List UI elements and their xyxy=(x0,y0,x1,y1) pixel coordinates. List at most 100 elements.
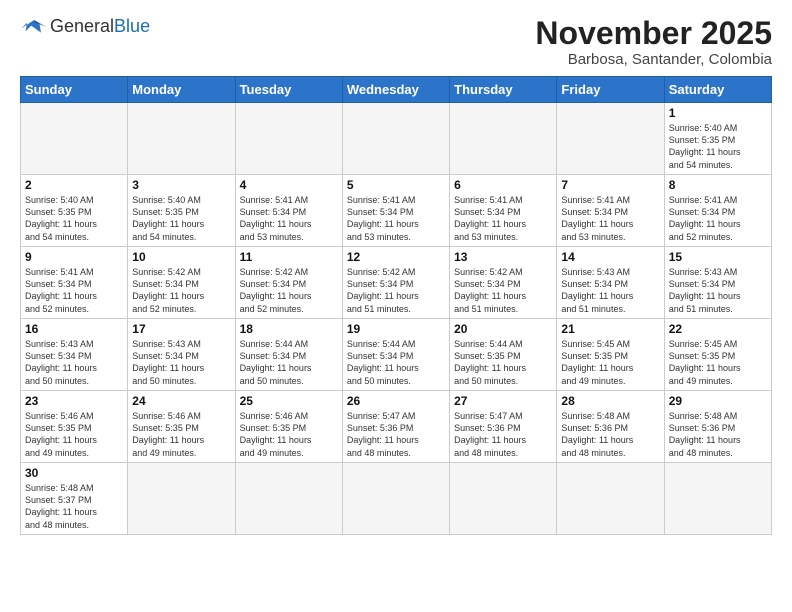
day-number: 5 xyxy=(347,178,445,192)
col-wednesday: Wednesday xyxy=(342,77,449,103)
col-sunday: Sunday xyxy=(21,77,128,103)
day-number: 11 xyxy=(240,250,338,264)
day-info: Sunrise: 5:43 AM Sunset: 5:34 PM Dayligh… xyxy=(669,266,767,315)
logo: GeneralBlue xyxy=(20,16,150,37)
col-tuesday: Tuesday xyxy=(235,77,342,103)
day-info: Sunrise: 5:42 AM Sunset: 5:34 PM Dayligh… xyxy=(240,266,338,315)
table-row: 2Sunrise: 5:40 AM Sunset: 5:35 PM Daylig… xyxy=(21,175,128,247)
day-number: 19 xyxy=(347,322,445,336)
day-info: Sunrise: 5:40 AM Sunset: 5:35 PM Dayligh… xyxy=(132,194,230,243)
day-info: Sunrise: 5:43 AM Sunset: 5:34 PM Dayligh… xyxy=(25,338,123,387)
table-row: 19 Sunrise: 5:44 AM Sunset: 5:34 PM Dayli… xyxy=(342,319,449,391)
table-row xyxy=(664,463,771,535)
day-number: 2 xyxy=(25,178,123,192)
day-info: Sunrise: 5:41 AM Sunset: 5:34 PM Dayligh… xyxy=(561,194,659,243)
day-number: 17 xyxy=(132,322,230,336)
day-number: 30 xyxy=(25,466,123,480)
table-row: 26Sunrise: 5:47 AM Sunset: 5:36 PM Dayli… xyxy=(342,391,449,463)
table-row xyxy=(557,463,664,535)
logo-area: GeneralBlue xyxy=(20,16,150,37)
title-area: November 2025 Barbosa, Santander, Colomb… xyxy=(535,16,772,68)
week-row: 1 Sunrise: 5:40 AM Sunset: 5:35 PM Daylig… xyxy=(21,103,772,175)
day-number: 10 xyxy=(132,250,230,264)
day-number: 8 xyxy=(669,178,767,192)
day-number: 25 xyxy=(240,394,338,408)
week-row: 23 Sunrise: 5:46 AM Sunset: 5:35 PM Dayli… xyxy=(21,391,772,463)
day-number: 13 xyxy=(454,250,552,264)
table-row: 5Sunrise: 5:41 AM Sunset: 5:34 PM Daylig… xyxy=(342,175,449,247)
col-saturday: Saturday xyxy=(664,77,771,103)
table-row: 20 Sunrise: 5:44 AM Sunset: 5:35 PM Dayli… xyxy=(450,319,557,391)
table-row: 21Sunrise: 5:45 AM Sunset: 5:35 PM Dayli… xyxy=(557,319,664,391)
day-info: Sunrise: 5:41 AM Sunset: 5:34 PM Dayligh… xyxy=(240,194,338,243)
day-number: 27 xyxy=(454,394,552,408)
day-info: Sunrise: 5:48 AM Sunset: 5:37 PM Dayligh… xyxy=(25,482,123,531)
table-row: 25 Sunrise: 5:46 AM Sunset: 5:35 PM Dayli… xyxy=(235,391,342,463)
table-row: 7 Sunrise: 5:41 AM Sunset: 5:34 PM Daylig… xyxy=(557,175,664,247)
header-row: Sunday Monday Tuesday Wednesday Thursday… xyxy=(21,77,772,103)
day-number: 1 xyxy=(669,106,767,120)
day-number: 12 xyxy=(347,250,445,264)
col-monday: Monday xyxy=(128,77,235,103)
day-number: 7 xyxy=(561,178,659,192)
table-row xyxy=(342,103,449,175)
day-number: 3 xyxy=(132,178,230,192)
logo-bird-icon xyxy=(20,17,48,37)
page: GeneralBlue November 2025 Barbosa, Santa… xyxy=(0,0,792,545)
table-row: 30 Sunrise: 5:48 AM Sunset: 5:37 PM Dayli… xyxy=(21,463,128,535)
day-number: 23 xyxy=(25,394,123,408)
day-info: Sunrise: 5:43 AM Sunset: 5:34 PM Dayligh… xyxy=(132,338,230,387)
table-row xyxy=(450,463,557,535)
table-row: 4Sunrise: 5:41 AM Sunset: 5:34 PM Daylig… xyxy=(235,175,342,247)
table-row: 14Sunrise: 5:43 AM Sunset: 5:34 PM Dayli… xyxy=(557,247,664,319)
day-info: Sunrise: 5:42 AM Sunset: 5:34 PM Dayligh… xyxy=(347,266,445,315)
logo-text: GeneralBlue xyxy=(50,16,150,37)
table-row xyxy=(21,103,128,175)
logo-blue: Blue xyxy=(114,16,150,36)
day-number: 26 xyxy=(347,394,445,408)
table-row xyxy=(128,463,235,535)
day-info: Sunrise: 5:46 AM Sunset: 5:35 PM Dayligh… xyxy=(240,410,338,459)
table-row xyxy=(235,103,342,175)
table-row: 27 Sunrise: 5:47 AM Sunset: 5:36 PM Dayli… xyxy=(450,391,557,463)
day-info: Sunrise: 5:44 AM Sunset: 5:34 PM Dayligh… xyxy=(240,338,338,387)
day-info: Sunrise: 5:40 AM Sunset: 5:35 PM Dayligh… xyxy=(669,122,767,171)
calendar-body: 1 Sunrise: 5:40 AM Sunset: 5:35 PM Daylig… xyxy=(21,103,772,535)
day-info: Sunrise: 5:46 AM Sunset: 5:35 PM Dayligh… xyxy=(25,410,123,459)
day-info: Sunrise: 5:45 AM Sunset: 5:35 PM Dayligh… xyxy=(561,338,659,387)
day-info: Sunrise: 5:42 AM Sunset: 5:34 PM Dayligh… xyxy=(454,266,552,315)
month-title: November 2025 xyxy=(535,16,772,51)
day-number: 6 xyxy=(454,178,552,192)
table-row xyxy=(342,463,449,535)
table-row: 17 Sunrise: 5:43 AM Sunset: 5:34 PM Dayli… xyxy=(128,319,235,391)
day-info: Sunrise: 5:44 AM Sunset: 5:35 PM Dayligh… xyxy=(454,338,552,387)
table-row: 15 Sunrise: 5:43 AM Sunset: 5:34 PM Dayli… xyxy=(664,247,771,319)
col-thursday: Thursday xyxy=(450,77,557,103)
day-number: 20 xyxy=(454,322,552,336)
day-number: 28 xyxy=(561,394,659,408)
day-info: Sunrise: 5:48 AM Sunset: 5:36 PM Dayligh… xyxy=(669,410,767,459)
table-row xyxy=(450,103,557,175)
day-info: Sunrise: 5:45 AM Sunset: 5:35 PM Dayligh… xyxy=(669,338,767,387)
table-row: 10Sunrise: 5:42 AM Sunset: 5:34 PM Dayli… xyxy=(128,247,235,319)
day-info: Sunrise: 5:44 AM Sunset: 5:34 PM Dayligh… xyxy=(347,338,445,387)
table-row: 18 Sunrise: 5:44 AM Sunset: 5:34 PM Dayli… xyxy=(235,319,342,391)
day-info: Sunrise: 5:41 AM Sunset: 5:34 PM Dayligh… xyxy=(25,266,123,315)
logo-general: General xyxy=(50,16,114,36)
location: Barbosa, Santander, Colombia xyxy=(535,51,772,68)
day-number: 18 xyxy=(240,322,338,336)
day-number: 16 xyxy=(25,322,123,336)
day-number: 24 xyxy=(132,394,230,408)
week-row: 16 Sunrise: 5:43 AM Sunset: 5:34 PM Dayli… xyxy=(21,319,772,391)
week-row: 2 Sunrise: 5:40 AM Sunset: 5:35 PM Daylig… xyxy=(21,175,772,247)
table-row xyxy=(235,463,342,535)
week-row: 9Sunrise: 5:41 AM Sunset: 5:34 PM Daylig… xyxy=(21,247,772,319)
day-number: 15 xyxy=(669,250,767,264)
day-info: Sunrise: 5:41 AM Sunset: 5:34 PM Dayligh… xyxy=(454,194,552,243)
day-info: Sunrise: 5:46 AM Sunset: 5:35 PM Dayligh… xyxy=(132,410,230,459)
table-row: 22Sunrise: 5:45 AM Sunset: 5:35 PM Dayli… xyxy=(664,319,771,391)
day-info: Sunrise: 5:48 AM Sunset: 5:36 PM Dayligh… xyxy=(561,410,659,459)
calendar-table: Sunday Monday Tuesday Wednesday Thursday… xyxy=(20,76,772,535)
day-info: Sunrise: 5:47 AM Sunset: 5:36 PM Dayligh… xyxy=(454,410,552,459)
calendar-header: Sunday Monday Tuesday Wednesday Thursday… xyxy=(21,77,772,103)
